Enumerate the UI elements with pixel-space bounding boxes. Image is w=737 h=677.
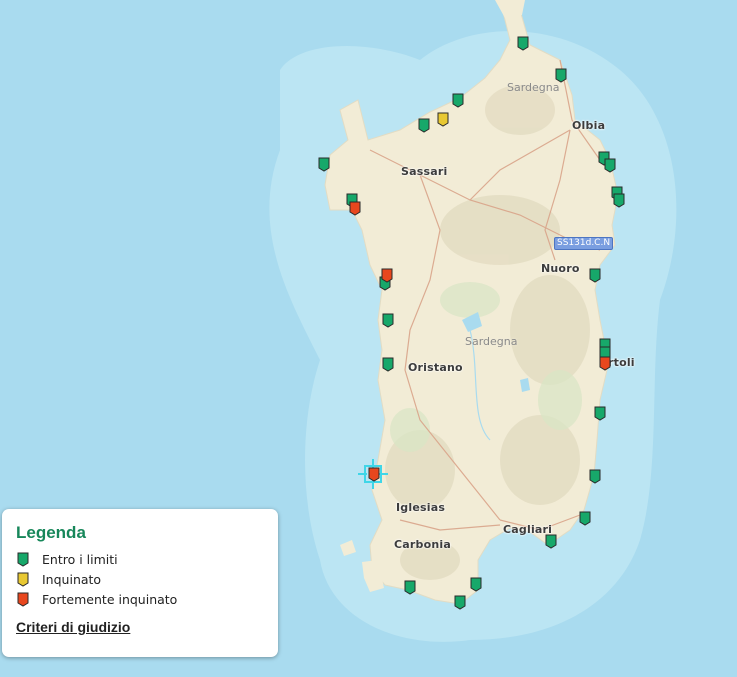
city-label-sassari: Sassari [401,165,448,178]
legend-title: Legenda [16,523,86,542]
region-label-north: Sardegna [507,81,560,94]
station-marker-ok-icon[interactable] [318,157,330,172]
station-marker-heavily-polluted-icon[interactable] [599,356,611,371]
station-marker-ok-icon[interactable] [604,158,616,173]
station-marker-ok-icon[interactable] [382,313,394,328]
marker-red-icon [17,592,29,607]
legend-item-polluted: Inquinato [16,569,264,589]
region-label-center: Sardegna [465,335,518,348]
marker-yellow-icon [17,572,29,587]
station-marker-ok-icon[interactable] [555,68,567,83]
station-marker-heavily-polluted-icon[interactable] [368,467,380,482]
marker-green-icon [17,552,29,567]
station-marker-ok-icon[interactable] [382,357,394,372]
legend-item-label: Entro i limiti [42,551,118,567]
station-marker-ok-icon[interactable] [470,577,482,592]
city-label-tortoli: rtoli [608,356,635,369]
city-label-iglesias: Iglesias [396,501,446,514]
road-shield-ss131: SS131d.C.N [554,237,614,250]
station-marker-ok-icon[interactable] [517,36,529,51]
legend-item-label: Fortemente inquinato [42,591,178,607]
station-marker-polluted-icon[interactable] [437,112,449,127]
station-marker-ok-icon[interactable] [454,595,466,610]
legend-item-heavily-polluted: Fortemente inquinato [16,589,264,609]
station-marker-ok-icon[interactable] [579,511,591,526]
station-marker-heavily-polluted-icon[interactable] [349,201,361,216]
station-marker-ok-icon[interactable] [404,580,416,595]
city-label-nuoro: Nuoro [541,262,580,275]
legend-item-label: Inquinato [42,571,102,587]
city-label-oristano: Oristano [408,361,463,374]
station-marker-ok-icon[interactable] [545,534,557,549]
legend-item-ok: Entro i limiti [16,549,264,569]
station-marker-ok-icon[interactable] [418,118,430,133]
station-marker-ok-icon[interactable] [452,93,464,108]
legend-panel: Legenda Entro i limiti Inquinato Forteme… [2,509,278,657]
station-marker-ok-icon[interactable] [589,268,601,283]
station-marker-heavily-polluted-icon[interactable] [381,268,393,283]
station-marker-ok-icon[interactable] [589,469,601,484]
criteri-di-giudizio-link[interactable]: Criteri di giudizio [16,619,130,635]
city-label-carbonia: Carbonia [394,538,451,551]
city-label-olbia: Olbia [572,119,606,132]
station-marker-ok-icon[interactable] [613,193,625,208]
station-marker-ok-icon[interactable] [594,406,606,421]
